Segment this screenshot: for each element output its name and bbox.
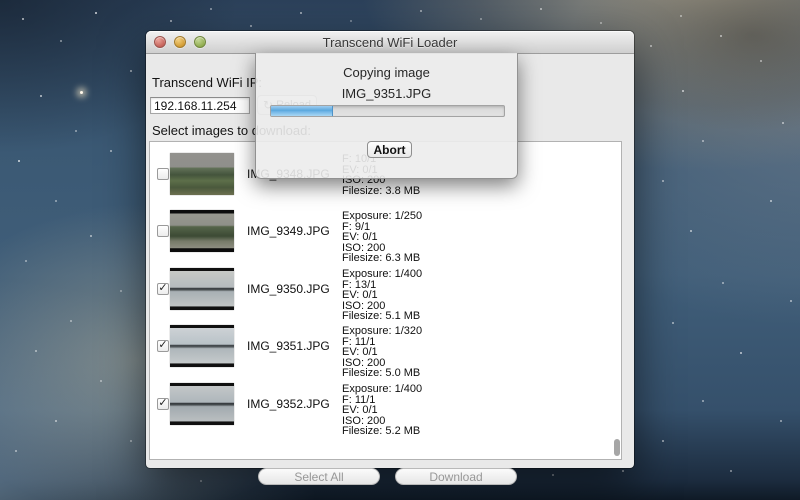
progress-bar [270, 105, 505, 117]
image-checkbox[interactable] [157, 168, 169, 180]
image-thumbnail [170, 210, 234, 252]
image-row[interactable]: IMG_9350.JPG Exposure: 1/400 F: 13/1 EV:… [150, 265, 621, 317]
image-filename: IMG_9349.JPG [247, 224, 330, 238]
image-thumbnail [170, 325, 234, 367]
bright-star [80, 91, 83, 94]
exif-info: Exposure: 1/250 F: 9/1 EV: 0/1 ISO: 200 … [342, 211, 422, 264]
exif-info: Exposure: 1/400 F: 13/1 EV: 0/1 ISO: 200… [342, 269, 422, 322]
image-list: IMG_9348.JPG F: 10/1 EV: 0/1 ISO: 200 Fi… [149, 141, 622, 460]
app-window: Transcend WiFi Loader Transcend WiFi IP:… [146, 31, 634, 468]
image-thumbnail [170, 268, 234, 310]
ip-label: Transcend WiFi IP: [152, 75, 262, 90]
progress-fill [271, 106, 333, 116]
image-thumbnail [170, 153, 234, 195]
exif-info: Exposure: 1/320 F: 11/1 EV: 0/1 ISO: 200… [342, 326, 422, 379]
download-button[interactable]: Download [395, 468, 517, 485]
image-checkbox[interactable] [157, 225, 169, 237]
image-row[interactable]: IMG_9352.JPG Exposure: 1/400 F: 11/1 EV:… [150, 380, 621, 432]
image-row[interactable]: IMG_9349.JPG Exposure: 1/250 F: 9/1 EV: … [150, 207, 621, 259]
abort-button[interactable]: Abort [367, 141, 412, 158]
select-all-button[interactable]: Select All [258, 468, 380, 485]
window-titlebar[interactable]: Transcend WiFi Loader [146, 31, 634, 54]
desktop: Transcend WiFi Loader Transcend WiFi IP:… [0, 0, 800, 500]
image-filename: IMG_9352.JPG [247, 397, 330, 411]
image-checkbox[interactable] [157, 283, 169, 295]
ip-input[interactable] [150, 97, 250, 114]
image-thumbnail [170, 383, 234, 425]
window-title: Transcend WiFi Loader [146, 35, 634, 50]
star-field [0, 0, 2, 2]
image-filename: IMG_9351.JPG [247, 339, 330, 353]
image-filename: IMG_9350.JPG [247, 282, 330, 296]
image-checkbox[interactable] [157, 340, 169, 352]
scrollbar-thumb[interactable] [614, 439, 620, 456]
sheet-title: Copying image [256, 65, 517, 80]
image-row[interactable]: IMG_9351.JPG Exposure: 1/320 F: 11/1 EV:… [150, 322, 621, 374]
exif-info: Exposure: 1/400 F: 11/1 EV: 0/1 ISO: 200… [342, 384, 422, 437]
copy-progress-sheet: Copying image IMG_9351.JPG Abort [255, 53, 518, 179]
sheet-filename: IMG_9351.JPG [256, 86, 517, 101]
image-checkbox[interactable] [157, 398, 169, 410]
